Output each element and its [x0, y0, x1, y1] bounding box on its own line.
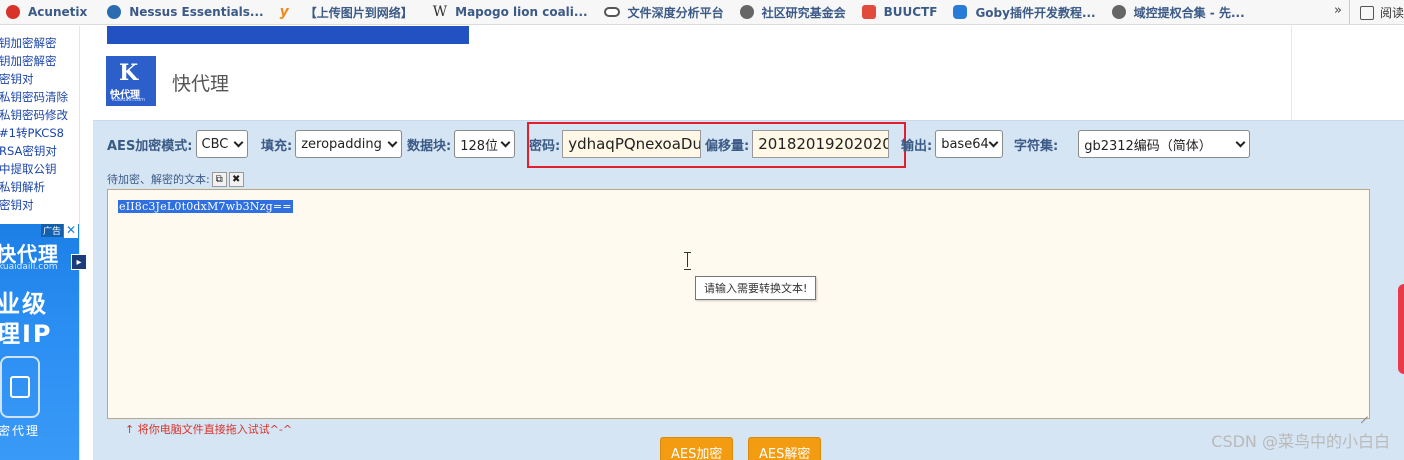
- aes-encrypt-button[interactable]: AES加密: [660, 437, 734, 460]
- bookmark-buuctf[interactable]: BUUCTF: [856, 0, 937, 24]
- logo-url: kuaidaili.com: [112, 97, 146, 103]
- mode-group: AES加密模式: CBC: [107, 129, 248, 159]
- chevron-down-icon: [500, 137, 511, 148]
- bookmark-domain-control[interactable]: 域控提权合集 - 先...: [1106, 0, 1245, 24]
- sidebar-link[interactable]: 中提取公钥: [0, 160, 79, 178]
- key-group: 密码: ydhaqPQnexoaDuW3: [529, 129, 702, 159]
- sidebar-link[interactable]: 钥加密解密: [0, 34, 79, 52]
- text-cursor-icon: [683, 251, 693, 271]
- sidebar-link[interactable]: 钥加密解密: [0, 52, 79, 70]
- copy-button[interactable]: ⧉: [211, 171, 227, 187]
- resize-handle[interactable]: [1359, 408, 1368, 417]
- output-select[interactable]: base64: [935, 130, 1004, 158]
- bookmark-community[interactable]: 社区研究基金会: [734, 0, 846, 24]
- y-icon: y: [279, 4, 289, 20]
- bookmark-y[interactable]: y: [274, 0, 295, 24]
- input-text: eII8c3JeL0t0dxM7wb3Nzg==: [118, 200, 293, 213]
- padding-label: 填充:: [261, 138, 293, 154]
- padding-select[interactable]: zeropadding: [295, 130, 403, 158]
- chevron-down-icon: [233, 137, 243, 148]
- top-banner: [107, 26, 469, 44]
- iv-label: 偏移量:: [705, 138, 750, 154]
- nessus-icon: [107, 5, 122, 19]
- sidebar-link[interactable]: 私钥密码修改: [0, 106, 79, 124]
- bookmark-nessus[interactable]: Nessus Essentials...: [101, 0, 264, 24]
- page-title: 快代理: [172, 73, 230, 95]
- sidebar-toggle-button[interactable]: ▸: [71, 254, 87, 270]
- sidebar-links: 钥加密解密 钥加密解密 密钥对 私钥密码清除 私钥密码修改 #1转PKCS8 R…: [0, 34, 79, 214]
- charset-select[interactable]: gb2312编码（简体）: [1078, 130, 1251, 158]
- text-input-area[interactable]: eII8c3JeL0t0dxM7wb3Nzg== 请输入需要转换文本!: [107, 189, 1370, 419]
- more-bookmarks-button[interactable]: »: [1334, 3, 1342, 18]
- lock-icon: [0, 356, 40, 418]
- sidebar-link[interactable]: 密钥对: [0, 70, 79, 88]
- wikipedia-icon: W: [432, 4, 448, 20]
- mode-select[interactable]: CBC: [195, 130, 248, 158]
- input-label-row: 待加密、解密的文本: ⧉ ✖: [107, 171, 244, 187]
- aes-decrypt-button[interactable]: AES解密: [748, 437, 822, 460]
- ad-headline: 理IP: [0, 320, 53, 348]
- clear-button[interactable]: ✖: [228, 171, 244, 187]
- ad-footer: 密代理: [0, 424, 41, 438]
- bookmark-upload-image[interactable]: 【上传图片到网络】: [299, 0, 413, 24]
- charset-label: 字符集:: [1014, 138, 1059, 154]
- analysis-icon: [603, 7, 620, 17]
- globe-icon: [739, 5, 754, 19]
- chevron-down-icon: [387, 137, 398, 148]
- block-label: 数据块:: [407, 138, 452, 154]
- sidebar-link[interactable]: 私钥密码清除: [0, 88, 79, 106]
- sidebar-link[interactable]: 密钥对: [0, 196, 79, 214]
- left-sidebar: 钥加密解密 钥加密解密 密钥对 私钥密码清除 私钥密码修改 #1转PKCS8 R…: [0, 26, 80, 460]
- drag-hint: ↑ 将你电脑文件直接拖入试试^-^: [125, 423, 293, 436]
- buuctf-icon: [861, 5, 876, 19]
- site-logo[interactable]: K 快代理 kuaidaili.com: [106, 56, 156, 106]
- close-icon[interactable]: ✕: [64, 224, 78, 238]
- goby-icon: [953, 5, 968, 19]
- output-group: 输出: base64: [901, 129, 1004, 159]
- iv-group: 偏移量: 2018201920202021: [705, 129, 890, 159]
- bookmark-goby[interactable]: Goby插件开发教程...: [947, 0, 1096, 24]
- ad-url: kuaidaili.com: [0, 262, 58, 272]
- divider: [1291, 26, 1292, 120]
- side-float-tab[interactable]: [1398, 284, 1404, 374]
- output-label: 输出:: [901, 138, 933, 154]
- block-size-select[interactable]: 128位: [454, 130, 516, 158]
- padding-group: 填充: zeropadding: [261, 129, 403, 159]
- chevron-down-icon: [988, 137, 999, 148]
- reading-list-icon: [1359, 5, 1374, 20]
- logo-letter: K: [119, 60, 139, 86]
- key-input[interactable]: ydhaqPQnexoaDuW3: [562, 130, 702, 158]
- aes-tool-panel: AES加密模式: CBC 填充: zeropadding 数据块: 128位 密…: [93, 120, 1404, 460]
- key-label: 密码:: [529, 138, 561, 154]
- bookmark-acunetix[interactable]: Acunetix: [0, 0, 87, 24]
- sidebar-link[interactable]: #1转PKCS8: [0, 124, 79, 142]
- ad-tag: 广告: [40, 224, 63, 237]
- reading-mode-button[interactable]: 阅读: [1348, 0, 1404, 24]
- sidebar-link[interactable]: 私钥解析: [0, 178, 79, 196]
- main-content: K 快代理 kuaidaili.com 快代理 AES加密模式: CBC 填充:…: [93, 26, 1404, 460]
- sidebar-ad[interactable]: 广告 ✕ 快代理 kuaidaili.com 业级 理IP 密代理: [0, 224, 79, 460]
- sidebar-link[interactable]: RSA密钥对: [0, 142, 79, 160]
- acunetix-icon: [6, 5, 20, 19]
- tooltip: 请输入需要转换文本!: [695, 276, 817, 300]
- mode-label: AES加密模式:: [107, 138, 193, 154]
- iv-input[interactable]: 2018201920202021: [752, 130, 890, 158]
- bookmarks-bar: Acunetix Nessus Essentials... y 【上传图片到网络…: [0, 0, 1404, 25]
- input-label: 待加密、解密的文本:: [107, 173, 210, 186]
- bookmark-mapogo[interactable]: W Mapogo lion coali...: [427, 0, 588, 24]
- globe-icon: [1111, 5, 1126, 19]
- chevron-down-icon: [1235, 137, 1246, 148]
- block-group: 数据块: 128位: [407, 129, 516, 159]
- bookmark-file-analysis[interactable]: 文件深度分析平台: [598, 0, 724, 24]
- charset-group: 字符集: gb2312编码（简体）: [1014, 129, 1251, 159]
- watermark: CSDN @菜鸟中的小白白: [1211, 432, 1390, 451]
